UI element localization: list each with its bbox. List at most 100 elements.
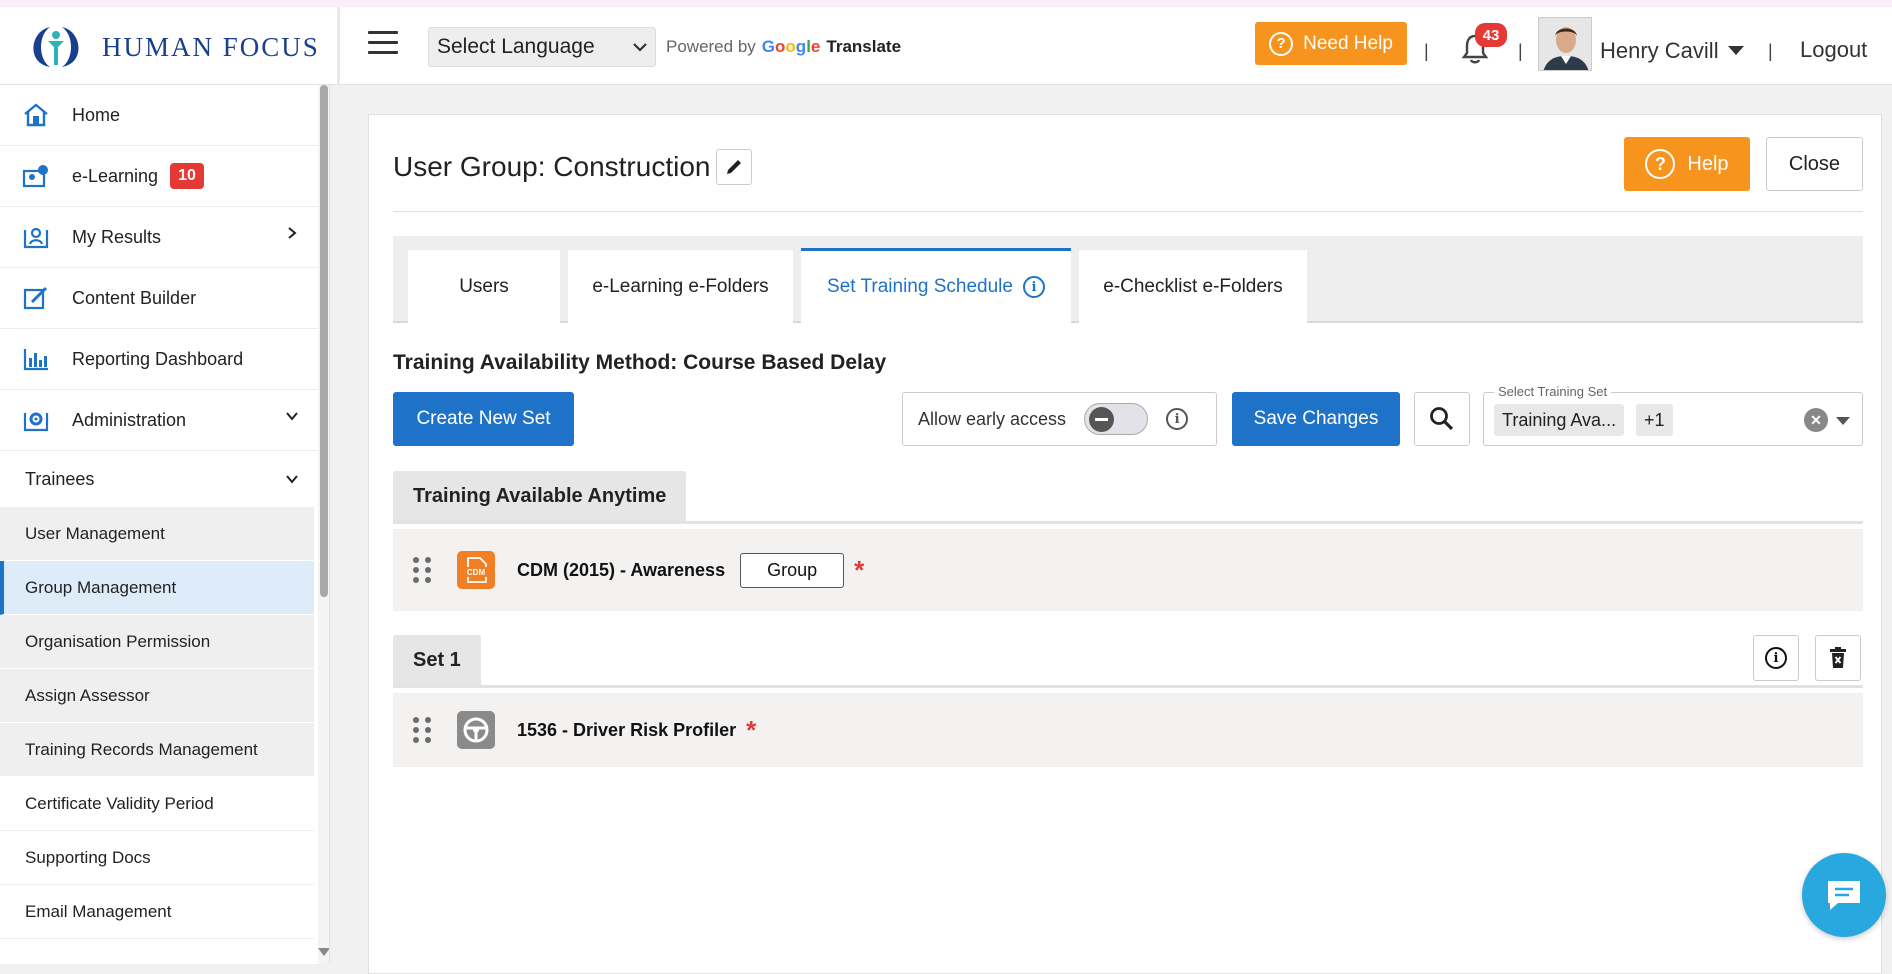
required-marker: * xyxy=(746,715,757,745)
search-button[interactable] xyxy=(1414,392,1470,446)
allow-early-access-control: Allow early access i xyxy=(902,392,1217,446)
clear-selection-icon[interactable]: ✕ xyxy=(1804,408,1828,432)
help-button[interactable]: ? Help xyxy=(1624,137,1750,191)
create-new-set-button[interactable]: Create New Set xyxy=(393,392,574,446)
divider xyxy=(393,521,1863,524)
sidebar-item-label: Administration xyxy=(72,409,187,430)
tab-set-training-schedule[interactable]: Set Training Schedule i xyxy=(801,248,1071,323)
sidebar-item-label: My Results xyxy=(72,226,162,247)
language-select[interactable]: Select Language xyxy=(428,27,656,67)
menu-hamburger-icon[interactable] xyxy=(368,31,398,57)
chat-button[interactable] xyxy=(1802,853,1886,937)
list-item: CDM CDM (2015) - Awareness Group * xyxy=(393,529,1863,611)
info-icon[interactable]: i xyxy=(1022,276,1045,298)
delete-set-button[interactable] xyxy=(1815,635,1861,681)
sidebar-item-training-records-management[interactable]: Training Records Management xyxy=(0,723,314,777)
question-icon: ? xyxy=(1269,31,1294,56)
pencil-icon xyxy=(727,160,742,174)
help-button-label: Help xyxy=(1687,152,1729,175)
sidebar-group-label: Trainees xyxy=(25,468,95,489)
sidebar-item-label: e-Learning xyxy=(72,165,159,186)
sidebar-item-label: Reporting Dashboard xyxy=(72,348,244,369)
sidebar-item-reporting-dashboard[interactable]: Reporting Dashboard xyxy=(0,329,318,390)
steering-wheel-icon xyxy=(457,711,495,749)
required-marker: * xyxy=(854,555,865,585)
tab-users[interactable]: Users xyxy=(408,250,560,323)
sidebar-item-content-builder[interactable]: Content Builder xyxy=(0,268,318,329)
sidebar-item-label: Home xyxy=(72,104,121,125)
page-title: User Group: Construction xyxy=(393,149,753,185)
tab-echecklist-efolders[interactable]: e-Checklist e-Folders xyxy=(1079,250,1307,323)
content-builder-icon xyxy=(22,285,50,311)
search-icon xyxy=(1430,407,1454,431)
sidebar-item-user-management[interactable]: User Management xyxy=(0,507,314,561)
sidebar-scrollbar[interactable] xyxy=(318,85,329,964)
info-icon[interactable]: i xyxy=(1166,408,1189,430)
user-name[interactable]: Henry Cavill xyxy=(1600,38,1719,64)
top-accent-line xyxy=(0,0,1892,7)
reporting-icon xyxy=(22,346,50,372)
human-focus-logo-icon xyxy=(33,27,79,67)
sidebar-item-certificate-validity-period[interactable]: Certificate Validity Period xyxy=(0,777,314,831)
language-select-value: Select Language xyxy=(437,35,595,58)
page-title-text: User Group: Construction xyxy=(393,151,711,182)
close-button[interactable]: Close xyxy=(1766,137,1863,191)
translate-text[interactable]: Translate xyxy=(826,37,901,57)
scroll-down-arrow-icon[interactable] xyxy=(318,948,329,956)
sidebar-item-home[interactable]: Home xyxy=(0,85,318,146)
tab-bar: Users e-Learning e-Folders Set Training … xyxy=(393,236,1863,323)
selected-set-chip[interactable]: Training Ava... xyxy=(1494,404,1625,436)
group-tag[interactable]: Group xyxy=(740,552,845,588)
drag-handle-icon[interactable] xyxy=(413,557,433,583)
save-changes-button[interactable]: Save Changes xyxy=(1232,392,1400,446)
info-icon: i xyxy=(1765,647,1787,669)
set-info-button[interactable]: i xyxy=(1753,635,1799,681)
sidebar: Home e-Learning 10 My Results Content Bu… xyxy=(0,85,330,964)
need-help-button[interactable]: ? Need Help xyxy=(1255,22,1407,65)
avatar[interactable] xyxy=(1538,17,1592,71)
sidebar-item-email-management[interactable]: Email Management xyxy=(0,885,314,939)
select-training-set-dropdown[interactable]: Select Training Set Training Ava... +1 ✕ xyxy=(1483,384,1863,446)
sidebar-item-supporting-docs[interactable]: Supporting Docs xyxy=(0,831,314,885)
section-set-1: Set 1 xyxy=(393,635,481,686)
user-menu-caret-icon[interactable] xyxy=(1728,46,1744,55)
sidebar-item-my-results[interactable]: My Results xyxy=(0,207,318,268)
header-separator: | xyxy=(1518,41,1523,61)
cdm-icon-label: CDM xyxy=(467,568,486,577)
tab-label: Set Training Schedule xyxy=(827,276,1013,297)
google-wordmark: Google xyxy=(761,37,821,56)
sidebar-item-group-management[interactable]: Group Management xyxy=(0,561,314,615)
select-training-set-label: Select Training Set xyxy=(1494,384,1612,399)
list-item: 1536 - Driver Risk Profiler * xyxy=(393,693,1863,767)
scrollbar-thumb[interactable] xyxy=(320,85,328,597)
allow-early-access-label: Allow early access xyxy=(918,408,1067,429)
course-name: 1536 - Driver Risk Profiler xyxy=(517,719,737,740)
logo[interactable]: HUMAN FOCUS xyxy=(20,23,320,71)
toggle-knob xyxy=(1089,407,1115,432)
more-sets-chip[interactable]: +1 xyxy=(1636,404,1673,436)
dropdown-caret-icon[interactable] xyxy=(1836,417,1850,425)
sidebar-item-administration[interactable]: Administration xyxy=(0,390,318,451)
divider xyxy=(393,685,1863,688)
notification-count-badge: 43 xyxy=(1475,23,1507,47)
logout-link[interactable]: Logout xyxy=(1800,37,1867,63)
chevron-down-icon xyxy=(633,43,647,52)
sidebar-item-organisation-permission[interactable]: Organisation Permission xyxy=(0,615,314,669)
tab-elearning-efolders[interactable]: e-Learning e-Folders xyxy=(568,250,793,323)
chevron-down-icon xyxy=(286,412,298,421)
sidebar-group-trainees[interactable]: Trainees xyxy=(0,451,318,507)
chevron-right-icon xyxy=(288,227,297,239)
allow-early-access-toggle[interactable] xyxy=(1084,403,1149,435)
sidebar-item-assign-assessor[interactable]: Assign Assessor xyxy=(0,669,314,723)
elearning-count-badge: 10 xyxy=(170,163,205,189)
home-icon xyxy=(22,102,50,128)
elearning-icon xyxy=(22,163,50,189)
drag-handle-icon[interactable] xyxy=(413,717,433,743)
sidebar-item-elearning[interactable]: e-Learning 10 xyxy=(0,146,318,207)
top-header: HUMAN FOCUS Select Language Powered by G… xyxy=(0,7,1892,85)
main-card: User Group: Construction ? Help Close Us… xyxy=(368,114,1882,974)
header-divider xyxy=(337,7,340,85)
question-icon: ? xyxy=(1645,149,1676,179)
header-separator: | xyxy=(1768,41,1773,61)
edit-title-button[interactable] xyxy=(716,149,753,185)
